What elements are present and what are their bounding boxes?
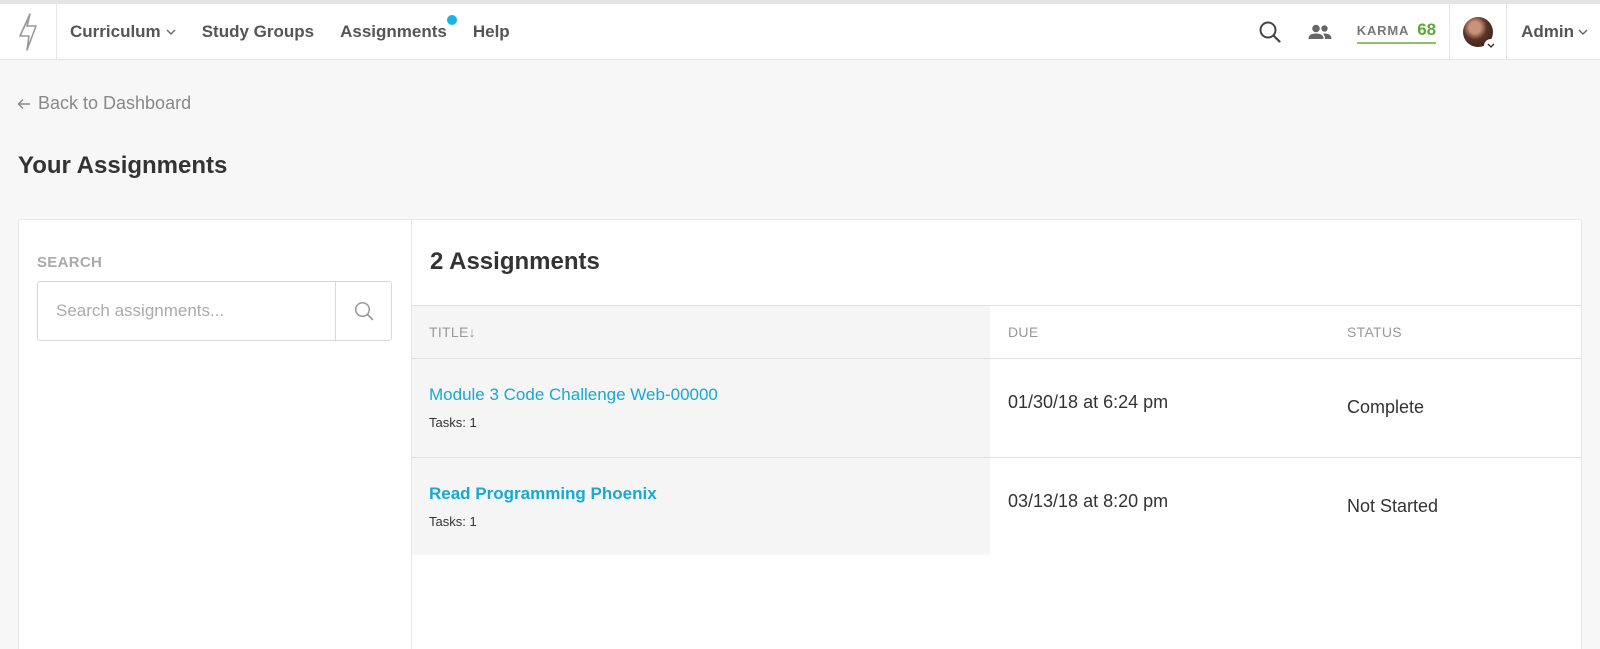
chevron-down-icon [166,29,176,35]
title-cell: Module 3 Code Challenge Web-00000 Tasks:… [412,359,990,457]
karma-label: KARMA [1356,22,1410,38]
chevron-down-icon [1578,29,1588,35]
nav-right: KARMA 68 Admin [1258,3,1600,60]
admin-label: Admin [1521,21,1574,41]
table-row: Read Programming Phoenix Tasks: 1 03/13/… [412,458,1582,555]
assignments-panel: SEARCH 2 Assignments TITLE↓ DUE STATUS M… [18,219,1582,649]
nav-assignments-label: Assignments [340,21,447,41]
column-header-title[interactable]: TITLE↓ [412,306,990,358]
nav-curriculum-label: Curriculum [70,21,161,41]
avatar [1463,16,1499,53]
search-icon[interactable] [1258,21,1282,43]
top-nav: Curriculum Study Groups Assignments Help… [0,3,1600,60]
task-count: Tasks: 1 [429,514,477,529]
due-date: 03/13/18 at 8:20 pm [1008,491,1169,511]
search-button[interactable] [336,281,392,341]
karma-value: 68 [1417,19,1437,39]
lightning-logo-icon [19,12,37,51]
karma-score[interactable]: KARMA 68 [1356,19,1437,44]
search-sidebar: SEARCH [19,220,412,649]
primary-nav: Curriculum Study Groups Assignments Help [57,14,536,42]
admin-menu[interactable]: Admin [1507,22,1600,42]
avatar-menu[interactable] [1449,3,1508,60]
table-row: Module 3 Code Challenge Web-00000 Tasks:… [412,359,1582,458]
search-box [37,281,393,341]
column-header-due: DUE [1008,324,1039,340]
search-input[interactable] [37,281,336,341]
nav-assignments[interactable]: Assignments [340,14,457,42]
nav-curriculum[interactable]: Curriculum [70,22,176,42]
people-icon[interactable] [1307,24,1333,40]
nav-help[interactable]: Help [473,22,510,42]
title-cell: Read Programming Phoenix Tasks: 1 [412,458,990,555]
column-header-status: STATUS [1347,324,1402,340]
assignments-table: TITLE↓ DUE STATUS Module 3 Code Challeng… [412,305,1582,555]
notification-dot [446,14,457,25]
task-count: Tasks: 1 [429,415,477,430]
chevron-down-icon [1484,38,1499,53]
logo[interactable] [0,3,57,60]
assignment-title-link[interactable]: Read Programming Phoenix [429,484,657,504]
search-label: SEARCH [37,254,103,271]
assignment-title-link[interactable]: Module 3 Code Challenge Web-00000 [429,385,718,405]
assignments-count: 2 Assignments [430,248,600,275]
due-date: 01/30/18 at 6:24 pm [1008,392,1169,412]
back-link-label: Back to Dashboard [38,93,192,113]
search-icon [354,301,373,321]
status-text: Complete [1347,397,1425,417]
status-text: Not Started [1347,496,1439,516]
back-to-dashboard-link[interactable]: Back to Dashboard [17,93,191,114]
page-title: Your Assignments [18,152,228,179]
table-header: TITLE↓ DUE STATUS [412,305,1582,359]
assignments-main: 2 Assignments TITLE↓ DUE STATUS Module 3… [412,220,1582,649]
nav-study-groups[interactable]: Study Groups [202,22,314,42]
arrow-left-icon [17,98,31,110]
